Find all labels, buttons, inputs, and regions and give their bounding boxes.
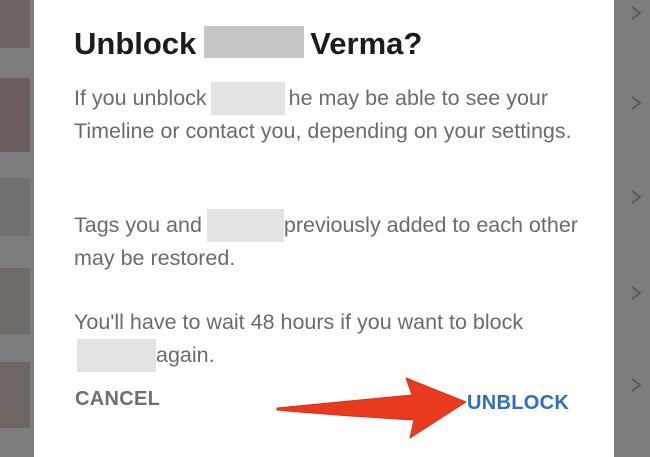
chevron-right-icon xyxy=(630,190,644,204)
redacted-name xyxy=(210,82,285,115)
list-item-thumbnail xyxy=(0,268,30,334)
redacted-name xyxy=(77,339,156,372)
list-item-thumbnail xyxy=(0,0,30,48)
unblock-button[interactable]: UNBLOCK xyxy=(467,392,569,415)
list-item-thumbnail xyxy=(0,362,30,428)
background-list-thumbnails xyxy=(0,0,34,457)
cancel-button[interactable]: CANCEL xyxy=(75,388,160,411)
chevron-right-icon xyxy=(630,286,644,300)
p3-after: again. xyxy=(156,343,215,367)
list-item-thumbnail xyxy=(0,78,30,152)
list-item-thumbnail xyxy=(0,178,30,236)
title-prefix: Unblock xyxy=(74,26,197,61)
redacted-name xyxy=(206,209,284,242)
chevron-right-icon xyxy=(630,96,644,110)
chevron-right-icon xyxy=(630,6,644,20)
chevron-right-icon xyxy=(630,378,644,392)
p3-before: You'll have to wait 48 hours if you want… xyxy=(74,310,524,334)
title-suffix: Verma? xyxy=(310,26,423,61)
tags-restore-note: Tags you and previously added to each oth… xyxy=(74,209,579,275)
unblock-explanation: If you unblock he may be able to see your… xyxy=(74,82,579,148)
unblock-dialog: Unblock Verma? If you unblock he may be ab… xyxy=(34,0,614,457)
reblock-wait-note: You'll have to wait 48 hours if you want… xyxy=(74,306,579,372)
p2-before: Tags you and xyxy=(74,213,202,237)
dialog-title: Unblock Verma? xyxy=(74,26,422,62)
redacted-name xyxy=(204,26,305,58)
p1-before: If you unblock xyxy=(74,86,207,110)
